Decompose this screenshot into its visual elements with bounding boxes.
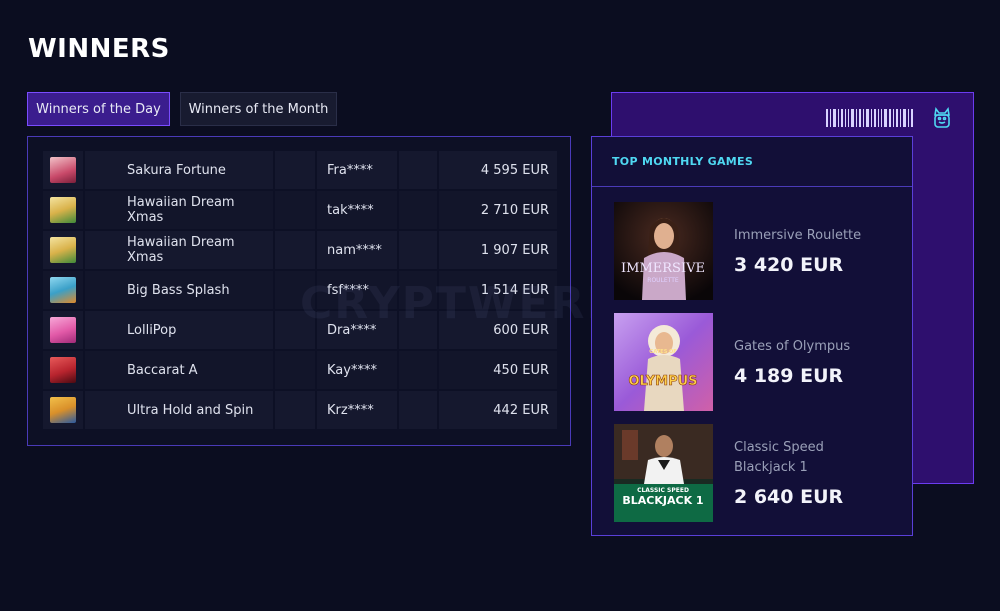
game-thumbnail bbox=[50, 197, 76, 223]
top-game-name: Classic Speed Blackjack 1 bbox=[734, 440, 824, 475]
table-row[interactable]: Hawaiian Dream Xmas nam**** 1 907 EUR bbox=[43, 231, 557, 269]
table-row[interactable]: Sakura Fortune Fra**** 4 595 EUR bbox=[43, 151, 557, 189]
game-name: Baccarat A bbox=[85, 351, 273, 389]
top-game-name: Gates of Olympus bbox=[734, 339, 851, 354]
game-name: Big Bass Splash bbox=[85, 271, 273, 309]
win-amount: 2 710 EUR bbox=[439, 191, 557, 229]
user-name: Krz**** bbox=[317, 391, 397, 429]
game-name: Hawaiian Dream Xmas bbox=[85, 231, 273, 269]
table-row[interactable]: Big Bass Splash fsf**** 1 514 EUR bbox=[43, 271, 557, 309]
game-thumbnail bbox=[50, 397, 76, 423]
lucky-cat-icon bbox=[934, 107, 950, 128]
top-game-item[interactable]: IMMERSIVE ROULETTE Immersive Roulette 3 … bbox=[614, 202, 914, 300]
cover-title: BLACKJACK 1 bbox=[622, 494, 703, 507]
cover-title: OLYMPUS bbox=[628, 374, 697, 389]
winners-table: Sakura Fortune Fra**** 4 595 EUR Hawaiia… bbox=[43, 151, 557, 431]
barcode-icon bbox=[826, 109, 914, 127]
win-amount: 1 514 EUR bbox=[439, 271, 557, 309]
top-monthly-games-card: TOP MONTHLY GAMES IMMERSIVE ROULETTE Imm… bbox=[591, 136, 913, 536]
game-name: Hawaiian Dream Xmas bbox=[85, 191, 273, 229]
winners-table-panel: Sakura Fortune Fra**** 4 595 EUR Hawaiia… bbox=[27, 136, 571, 446]
game-cover-image: IMMERSIVE ROULETTE bbox=[614, 202, 713, 300]
game-cover-image: CLASSIC SPEED BLACKJACK 1 bbox=[614, 424, 713, 522]
top-game-item[interactable]: GATES OF OLYMPUS Gates of Olympus 4 189 … bbox=[614, 313, 914, 411]
tab-winners-of-the-day[interactable]: Winners of the Day bbox=[27, 92, 170, 126]
win-amount: 442 EUR bbox=[439, 391, 557, 429]
win-amount: 1 907 EUR bbox=[439, 231, 557, 269]
top-game-amount: 4 189 EUR bbox=[734, 365, 844, 387]
game-thumbnail bbox=[50, 157, 76, 183]
game-name: LolliPop bbox=[85, 311, 273, 349]
table-row[interactable]: Baccarat A Kay**** 450 EUR bbox=[43, 351, 557, 389]
table-row[interactable]: Ultra Hold and Spin Krz**** 442 EUR bbox=[43, 391, 557, 429]
top-monthly-games-header: TOP MONTHLY GAMES bbox=[592, 137, 912, 187]
user-name: Dra**** bbox=[317, 311, 397, 349]
game-cover-image: GATES OF OLYMPUS bbox=[614, 313, 713, 411]
winners-section: WINNERS Winners of the Day Winners of th… bbox=[0, 0, 1000, 611]
game-name: Ultra Hold and Spin bbox=[85, 391, 273, 429]
win-amount: 450 EUR bbox=[439, 351, 557, 389]
user-name: nam**** bbox=[317, 231, 397, 269]
user-name: tak**** bbox=[317, 191, 397, 229]
table-row[interactable]: Hawaiian Dream Xmas tak**** 2 710 EUR bbox=[43, 191, 557, 229]
cover-title: IMMERSIVE bbox=[621, 261, 705, 276]
win-amount: 4 595 EUR bbox=[439, 151, 557, 189]
game-thumbnail bbox=[50, 277, 76, 303]
tab-winners-of-the-month[interactable]: Winners of the Month bbox=[180, 92, 337, 126]
top-game-item[interactable]: CLASSIC SPEED BLACKJACK 1 Classic Speed … bbox=[614, 424, 914, 522]
game-thumbnail bbox=[50, 357, 76, 383]
user-name: Kay**** bbox=[317, 351, 397, 389]
cover-subtitle: ROULETTE bbox=[647, 277, 679, 284]
user-name: fsf**** bbox=[317, 271, 397, 309]
table-row[interactable]: LolliPop Dra**** 600 EUR bbox=[43, 311, 557, 349]
game-name: Sakura Fortune bbox=[85, 151, 273, 189]
page-title: WINNERS bbox=[28, 34, 170, 64]
top-game-amount: 2 640 EUR bbox=[734, 486, 844, 508]
top-game-name: Immersive Roulette bbox=[734, 228, 862, 243]
game-thumbnail bbox=[50, 317, 76, 343]
game-thumbnail bbox=[50, 237, 76, 263]
top-game-amount: 3 420 EUR bbox=[734, 254, 844, 276]
user-name: Fra**** bbox=[317, 151, 397, 189]
win-amount: 600 EUR bbox=[439, 311, 557, 349]
cover-subtitle: CLASSIC SPEED bbox=[637, 487, 689, 494]
cover-subtitle: GATES OF bbox=[649, 349, 676, 355]
